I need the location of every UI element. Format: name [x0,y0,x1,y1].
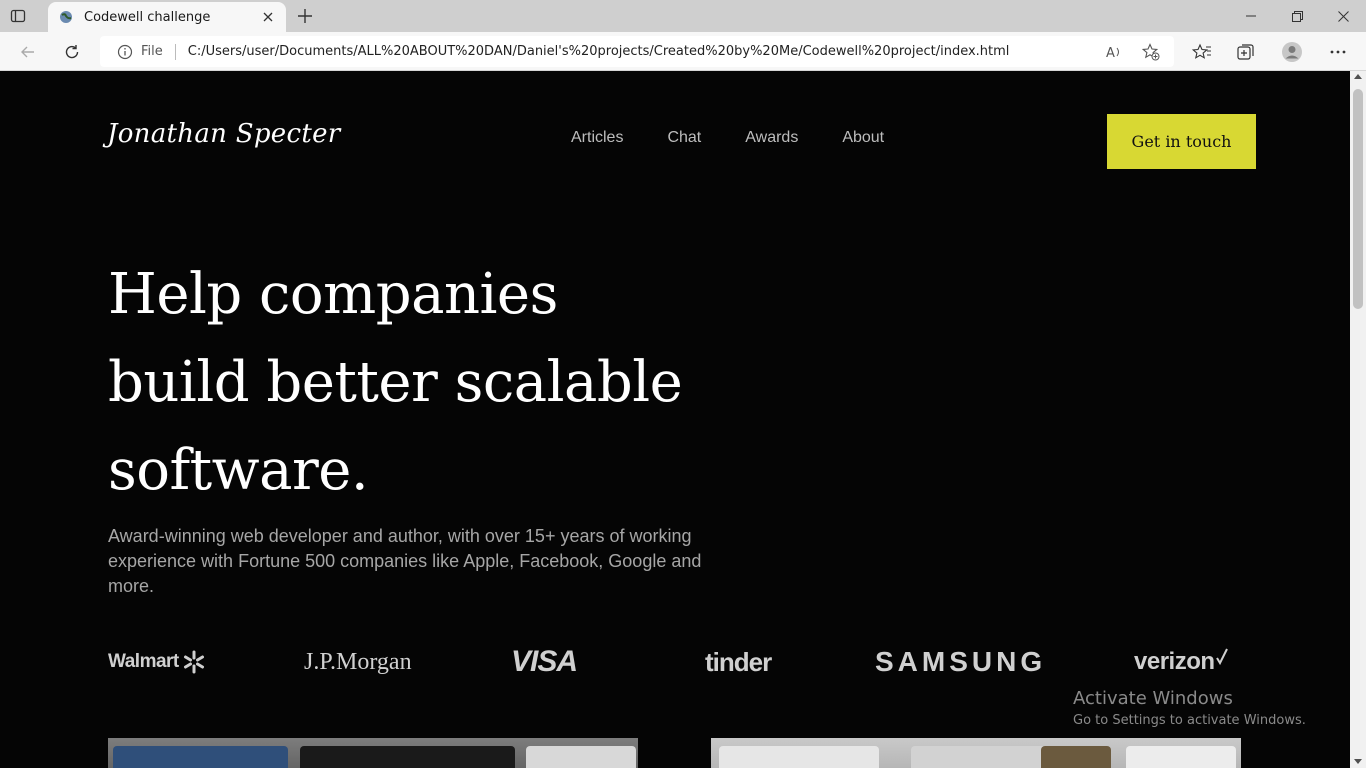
thumbnail-panel [526,746,636,768]
page-scrollbar[interactable] [1350,71,1366,768]
watermark-subtitle: Go to Settings to activate Windows. [1073,713,1306,728]
watermark-title: Activate Windows [1073,688,1233,709]
project-thumbnail-1[interactable] [108,738,638,768]
walmart-logo-text: Walmart [108,651,179,672]
browser-tab[interactable]: Codewell challenge [48,2,286,32]
add-favorite-icon[interactable] [1142,43,1160,61]
main-nav: Articles Chat Awards About [571,129,884,147]
hero-line-2: build better scalable [108,350,683,415]
thumbnail-panel [113,746,288,768]
verizon-logo: verizon [1134,644,1228,680]
svg-text:A: A [1106,46,1115,60]
hero-line-3: software. [108,438,369,503]
visa-logo: VISA [511,645,578,678]
nav-articles[interactable]: Articles [571,129,623,147]
walmart-spark-icon [183,650,204,674]
jpmorgan-logo: J.P.Morgan [304,648,412,675]
tinder-logo: tinder [705,646,772,677]
read-aloud-icon[interactable]: A [1106,43,1124,61]
thumbnail-panel [1126,746,1236,768]
close-window-icon[interactable] [1320,0,1366,32]
tab-bar: Codewell challenge [0,0,1366,32]
nav-chat[interactable]: Chat [667,129,701,147]
nav-awards[interactable]: Awards [745,129,798,147]
nav-about[interactable]: About [842,129,884,147]
tab-title: Codewell challenge [84,9,211,25]
scrollbar-thumb[interactable] [1353,89,1363,309]
new-tab-icon[interactable] [296,7,314,25]
thumbnail-panel [300,746,515,768]
get-in-touch-button[interactable]: Get in touch [1107,114,1256,169]
scroll-down-arrow-icon[interactable] [1354,759,1362,764]
hero-title: Help companies build better scalable sof… [108,251,728,515]
url-text[interactable]: C:/Users/user/Documents/ALL%20ABOUT%20DA… [188,44,1010,59]
globe-icon [58,9,74,25]
more-options-icon[interactable] [1327,41,1349,63]
minimize-icon[interactable] [1228,0,1274,32]
verizon-check-icon [1215,648,1228,666]
project-thumbnail-2[interactable] [711,738,1241,768]
page-content: Jonathan Specter Articles Chat Awards Ab… [0,71,1350,768]
browser-toolbar: File C:/Users/user/Documents/ALL%20ABOUT… [0,32,1366,71]
verizon-logo-text: verizon [1134,648,1215,675]
samsung-logo: SAMSUNG [875,646,1047,677]
scroll-up-arrow-icon[interactable] [1354,74,1362,79]
hero-subtitle: Award-winning web developer and author, … [108,526,702,596]
address-bar[interactable]: File C:/Users/user/Documents/ALL%20ABOUT… [100,36,1174,67]
tab-actions-icon[interactable] [10,8,26,24]
info-icon[interactable] [117,44,133,60]
close-tab-icon[interactable] [260,9,276,25]
refresh-icon[interactable] [60,40,84,64]
brand-logo[interactable]: Jonathan Specter [107,119,341,149]
client-logos: Walmart J.P.Morgan VISA tinder SAMSUNG v… [108,644,1248,680]
restore-icon[interactable] [1274,0,1320,32]
thumbnail-panel [719,746,879,768]
activate-windows-watermark: Activate Windows Go to Settings to activ… [1073,688,1306,728]
back-icon[interactable] [16,40,40,64]
favorites-icon[interactable] [1191,41,1213,63]
thumbnail-photo [1041,746,1111,768]
profile-avatar-icon[interactable] [1281,41,1303,63]
collections-icon[interactable] [1235,41,1257,63]
hero-line-1: Help companies [108,262,558,327]
walmart-logo: Walmart [108,644,206,680]
address-separator [174,43,176,60]
address-prefix: File [141,44,163,59]
